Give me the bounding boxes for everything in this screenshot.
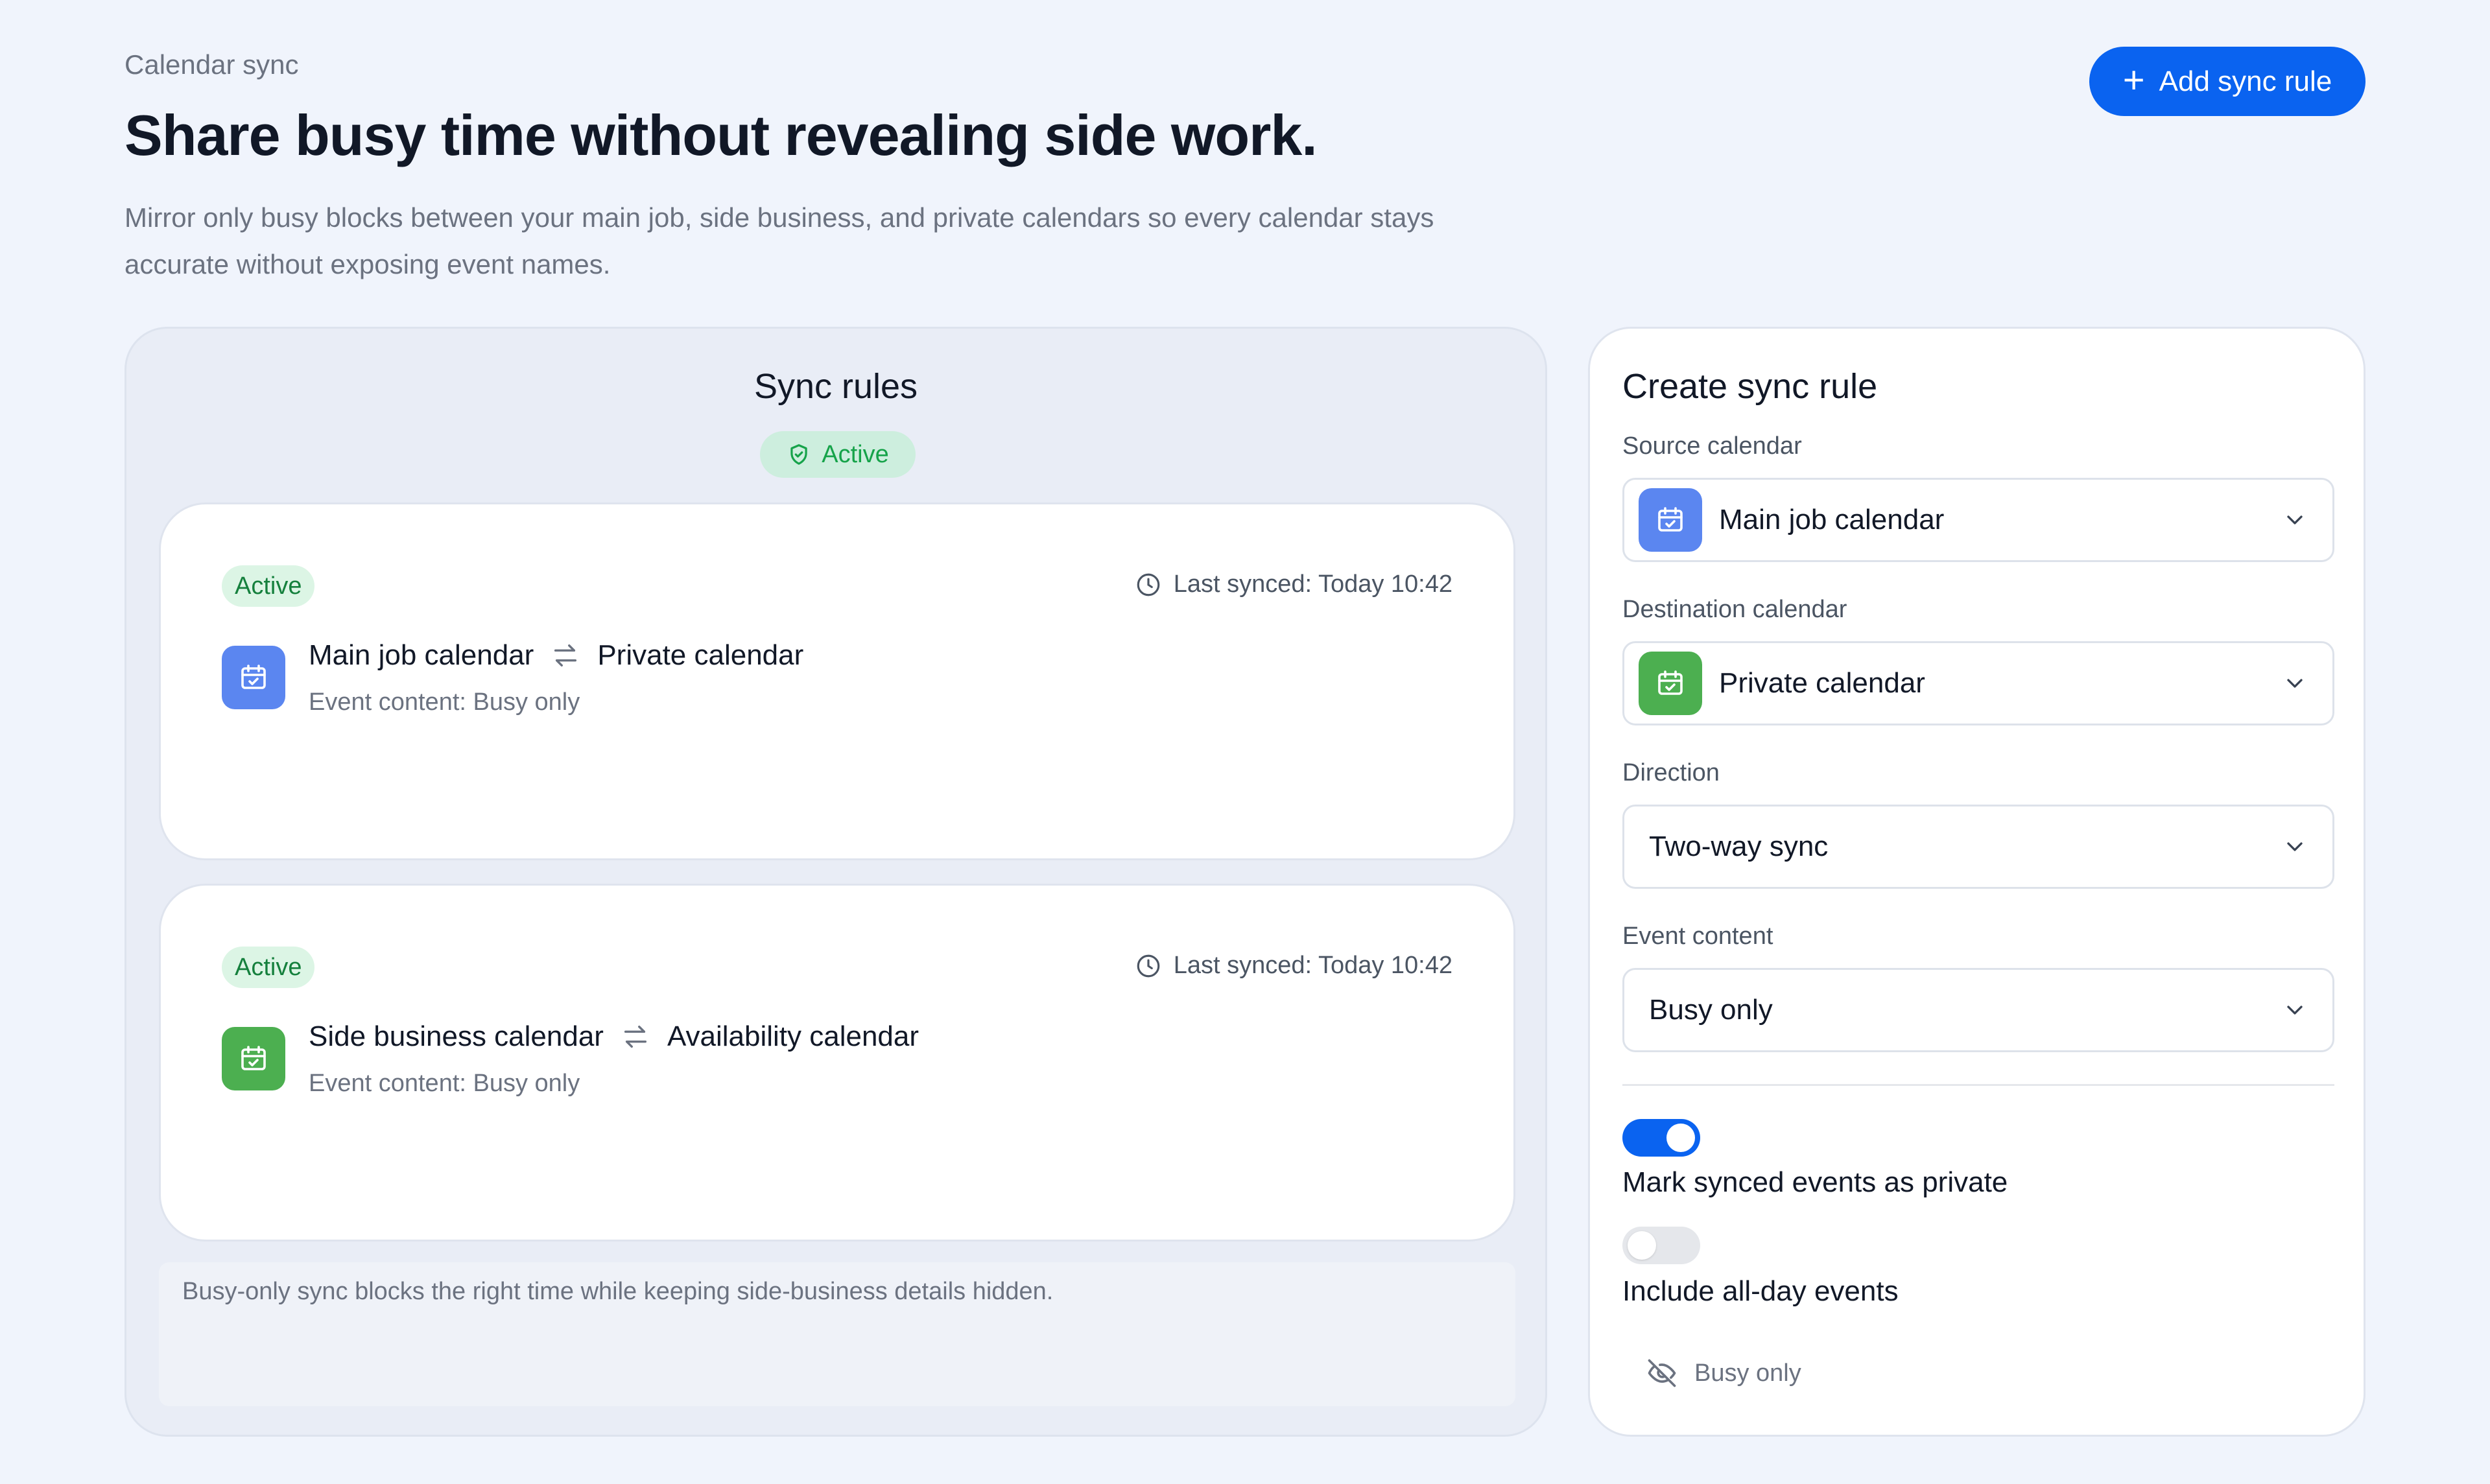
- calendar-sync-page: Calendar sync Share busy time without re…: [0, 0, 2490, 1484]
- event-content-select[interactable]: Busy only: [1622, 968, 2334, 1052]
- include-all-day-label: Include all-day events: [1622, 1275, 1899, 1307]
- event-content-value: Busy only: [1649, 994, 1773, 1026]
- sync-rule-card[interactable]: Active Last synced: Today 10:42 Main job…: [159, 502, 1515, 860]
- last-synced: Last synced: Today 10:42: [1135, 571, 1452, 598]
- source-calendar-value: Main job calendar: [1719, 504, 1945, 536]
- calendar-check-icon: [222, 1027, 285, 1090]
- page-description: Mirror only busy blocks between your mai…: [124, 202, 1434, 279]
- rule-source: Side business calendar: [309, 1020, 604, 1052]
- clock-icon: [1137, 573, 1160, 596]
- rule-calendars: Main job calendar Private calendar: [309, 639, 803, 672]
- swap-arrows-icon: [554, 644, 577, 667]
- rule-destination: Private calendar: [597, 639, 804, 671]
- sync-rules-title: Sync rules: [753, 367, 918, 406]
- page-title: Share busy time without revealing side w…: [124, 103, 1318, 167]
- eyebrow-label: Calendar sync: [124, 49, 299, 80]
- sync-rules-panel: Sync rules Active Active Last synced: To…: [124, 327, 1547, 1437]
- shield-check-icon: [790, 444, 807, 465]
- form-title: Create sync rule: [1622, 367, 1878, 406]
- busy-only-indicator: Busy only: [1645, 1356, 1801, 1390]
- chevron-down-icon: [2282, 670, 2308, 696]
- direction-label: Direction: [1622, 759, 1720, 786]
- calendar-check-icon: [1639, 488, 1702, 552]
- direction-value: Two-way sync: [1649, 830, 1829, 862]
- rule-event-content: Event content: Busy only: [309, 689, 580, 716]
- destination-calendar-value: Private calendar: [1719, 667, 1925, 699]
- last-synced-text: Last synced: Today 10:42: [1173, 952, 1452, 979]
- create-sync-rule-panel: Create sync rule Source calendar Main jo…: [1588, 327, 2366, 1437]
- chevron-down-icon: [2282, 997, 2308, 1023]
- destination-calendar-select[interactable]: Private calendar: [1622, 641, 2334, 725]
- clock-icon: [1137, 954, 1160, 977]
- mark-private-toggle[interactable]: [1622, 1119, 1700, 1157]
- busy-only-note: Busy-only sync blocks the right time whi…: [159, 1262, 1515, 1406]
- sync-rule-card[interactable]: Active Last synced: Today 10:42 Side bus…: [159, 884, 1515, 1242]
- last-synced-text: Last synced: Today 10:42: [1173, 571, 1452, 598]
- chevron-down-icon: [2282, 834, 2308, 860]
- calendar-check-icon: [1639, 652, 1702, 715]
- rule-destination: Availability calendar: [667, 1020, 919, 1052]
- add-sync-rule-button[interactable]: + Add sync rule: [2089, 47, 2366, 116]
- rule-source: Main job calendar: [309, 639, 534, 671]
- source-calendar-label: Source calendar: [1622, 432, 1802, 460]
- toggle-knob: [1628, 1231, 1656, 1260]
- chevron-down-icon: [2282, 507, 2308, 533]
- status-badge: Active: [760, 431, 916, 478]
- eye-off-icon: [1648, 1359, 1676, 1387]
- event-content-label: Event content: [1622, 923, 1773, 950]
- busy-only-indicator-label: Busy only: [1694, 1359, 1801, 1387]
- last-synced: Last synced: Today 10:42: [1135, 952, 1452, 980]
- direction-select[interactable]: Two-way sync: [1622, 805, 2334, 889]
- calendar-check-icon: [222, 646, 285, 709]
- include-all-day-toggle[interactable]: [1622, 1227, 1700, 1264]
- add-sync-rule-label: Add sync rule: [2159, 65, 2332, 97]
- status-badge-label: Active: [822, 440, 889, 468]
- source-calendar-select[interactable]: Main job calendar: [1622, 478, 2334, 562]
- rule-calendars: Side business calendar Availability cale…: [309, 1020, 919, 1053]
- plus-icon: +: [2122, 58, 2145, 101]
- swap-arrows-icon: [624, 1025, 647, 1048]
- divider: [1622, 1084, 2334, 1086]
- toggle-knob: [1666, 1124, 1695, 1152]
- destination-calendar-label: Destination calendar: [1622, 596, 1847, 623]
- rule-status-chip: Active: [222, 947, 315, 988]
- rule-event-content: Event content: Busy only: [309, 1070, 580, 1097]
- mark-private-label: Mark synced events as private: [1622, 1166, 2008, 1198]
- rule-status-chip: Active: [222, 565, 315, 607]
